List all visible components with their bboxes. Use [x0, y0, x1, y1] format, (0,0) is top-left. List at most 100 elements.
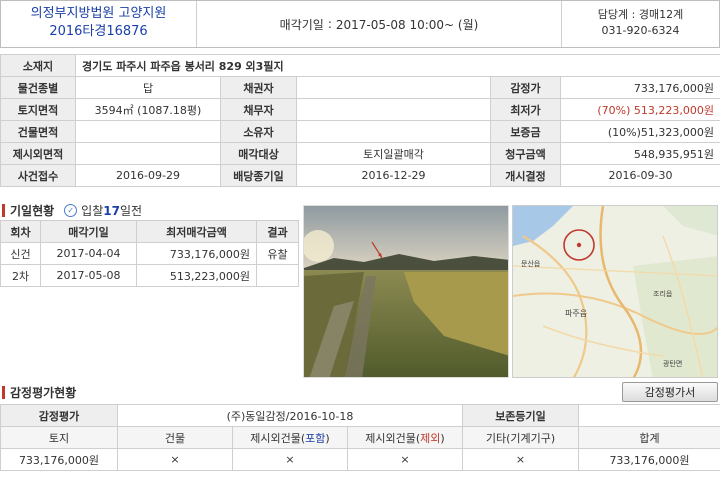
department: 담당계 : 경매12계 [597, 8, 684, 21]
sale-separator: : [327, 17, 332, 31]
registration-date-value [578, 404, 720, 427]
extra-area-value [75, 142, 221, 165]
property-row: 토지면적 3594㎡ (1087.18평) 채무자 최저가 (70%) 513,… [0, 98, 720, 121]
section-marker [2, 385, 5, 399]
minimum-price-label: 최저가 [490, 98, 561, 121]
sale-target-label: 매각대상 [220, 142, 297, 165]
map-place-label: 광탄면 [663, 359, 682, 368]
dividend-deadline-label: 배당종기일 [220, 164, 297, 187]
commencement-label: 개시결정 [490, 164, 561, 187]
result-cell [256, 264, 299, 287]
history-header-row: 회차 매각기일 최저매각금액 결과 [0, 220, 299, 243]
bid-badge-prefix: 입찰 [81, 203, 104, 218]
table-row: 신건 2017-04-04 733,176,000원 유찰 [0, 242, 299, 265]
minimum-price-value: (70%) 513,223,000원 [559, 98, 720, 121]
case-received-value: 2016-09-29 [75, 164, 221, 187]
included-tag: 포함 [305, 431, 326, 445]
date-cell: 2017-04-04 [40, 242, 137, 265]
address-label: 소재지 [0, 54, 76, 77]
claim-amount-label: 청구금액 [490, 142, 561, 165]
round-cell: 2차 [0, 264, 41, 287]
col-extra-included: 제시외건물(포함) [232, 426, 348, 449]
appraisal-header-row: 토지 건물 제시외건물(포함) 제시외건물(제외) 기타(기계기구) 합계 [0, 426, 720, 449]
col-result: 결과 [256, 220, 299, 243]
case-header: 의정부지방법원 고양지원 2016타경16876 매각기일 : 2017-05-… [0, 0, 720, 48]
field-photo-image [304, 206, 508, 377]
col-extra-excluded: 제시외건물(제외) [347, 426, 463, 449]
location-map[interactable]: 파주읍 문산읍 조리읍 광탄면 [512, 205, 718, 378]
address-value: 경기도 파주시 파주읍 봉서리 829 외3필지 [74, 54, 720, 77]
property-photo[interactable] [303, 205, 509, 378]
building-value: × [117, 448, 233, 471]
item-type-label: 물건종별 [0, 76, 76, 99]
contact-block: 담당계 : 경매12계 031-920-6324 [561, 1, 719, 47]
commencement-value: 2016-09-30 [559, 164, 720, 187]
col-building: 건물 [117, 426, 233, 449]
claim-amount-value: 548,935,951원 [559, 142, 720, 165]
round-cell: 신건 [0, 242, 41, 265]
sale-datetime: 2017-05-08 10:00~ (월) [335, 17, 479, 32]
result-cell: 유찰 [256, 242, 299, 265]
extra-excluded-value: × [347, 448, 463, 471]
appraisal-section-title: 감정평가현황 [2, 384, 76, 400]
debtor-label: 채무자 [220, 98, 297, 121]
property-row: 제시외면적 매각대상 토지일괄매각 청구금액 548,935,951원 [0, 142, 720, 165]
col-land: 토지 [0, 426, 118, 449]
property-row: 건물면적 소유자 보증금 (10%)51,323,000원 [0, 120, 720, 143]
appraisal-info-row: 감정평가 (주)동일감정/2016-10-18 보존등기일 [0, 404, 720, 427]
phone-number: 031-920-6324 [601, 24, 680, 37]
land-value: 733,176,000원 [0, 448, 118, 471]
col-extra-prefix: 제시외건물( [365, 431, 421, 445]
case-number: 2016타경16876 [49, 24, 148, 39]
col-min-amount: 최저매각금액 [136, 220, 257, 243]
appraised-price-value: 733,176,000원 [559, 76, 720, 99]
property-row: 물건종별 답 채권자 감정가 733,176,000원 [0, 76, 720, 99]
col-other: 기타(기계기구) [462, 426, 579, 449]
owner-value [296, 120, 491, 143]
creditor-value [296, 76, 491, 99]
table-row: 2차 2017-05-08 513,223,000원 [0, 264, 299, 287]
property-table: 소재지 경기도 파주시 파주읍 봉서리 829 외3필지 물건종별 답 채권자 … [0, 54, 720, 187]
sale-label: 매각기일 [279, 17, 324, 32]
history-title: 기일현황 [10, 203, 55, 218]
section-marker [2, 203, 5, 217]
sale-date-block: 매각기일 : 2017-05-08 10:00~ (월) [199, 1, 559, 47]
appraisal-table: 감정평가 (주)동일감정/2016-10-18 보존등기일 토지 건물 제시외건… [0, 404, 720, 471]
total-value: 733,176,000원 [578, 448, 720, 471]
map-place-label: 파주읍 [565, 309, 587, 318]
deposit-label: 보증금 [490, 120, 561, 143]
map-place-label: 문산읍 [521, 259, 541, 268]
history-section-title: 기일현황 ✓ 입찰17일전 [2, 202, 142, 218]
amount-cell: 733,176,000원 [136, 242, 257, 265]
col-total: 합계 [578, 426, 720, 449]
building-area-value [75, 120, 221, 143]
excluded-tag: 제외 [420, 431, 441, 445]
court-block: 의정부지방법원 고양지원 2016타경16876 [1, 1, 197, 47]
court-name: 의정부지방법원 고양지원 [30, 6, 167, 21]
item-type-value: 답 [75, 76, 221, 99]
owner-label: 소유자 [220, 120, 297, 143]
appraised-price-label: 감정가 [490, 76, 561, 99]
map-place-label: 조리읍 [653, 289, 673, 298]
history-table: 회차 매각기일 최저매각금액 결과 신건 2017-04-04 733,176,… [0, 220, 299, 287]
table-row: 733,176,000원 × × × × 733,176,000원 [0, 448, 720, 471]
appraisal-title: 감정평가현황 [10, 385, 77, 400]
col-extra-suffix: ) [325, 431, 330, 445]
appraisal-label: 감정평가 [0, 404, 118, 427]
col-round: 회차 [0, 220, 41, 243]
extra-included-value: × [232, 448, 348, 471]
appraisal-report-button[interactable]: 감정평가서 [622, 382, 718, 402]
case-received-label: 사건접수 [0, 164, 76, 187]
dividend-deadline-value: 2016-12-29 [296, 164, 491, 187]
col-extra-suffix: ) [440, 431, 445, 445]
check-circle-icon: ✓ [64, 203, 78, 217]
deposit-value: (10%)51,323,000원 [559, 120, 720, 143]
creditor-label: 채권자 [220, 76, 297, 99]
amount-cell: 513,223,000원 [136, 264, 257, 287]
sale-target-value: 토지일괄매각 [296, 142, 491, 165]
registration-date-label: 보존등기일 [462, 404, 579, 427]
date-cell: 2017-05-08 [40, 264, 137, 287]
extra-area-label: 제시외면적 [0, 142, 76, 165]
property-row: 사건접수 2016-09-29 배당종기일 2016-12-29 개시결정 20… [0, 164, 720, 187]
map-image: 파주읍 문산읍 조리읍 광탄면 [513, 206, 717, 377]
